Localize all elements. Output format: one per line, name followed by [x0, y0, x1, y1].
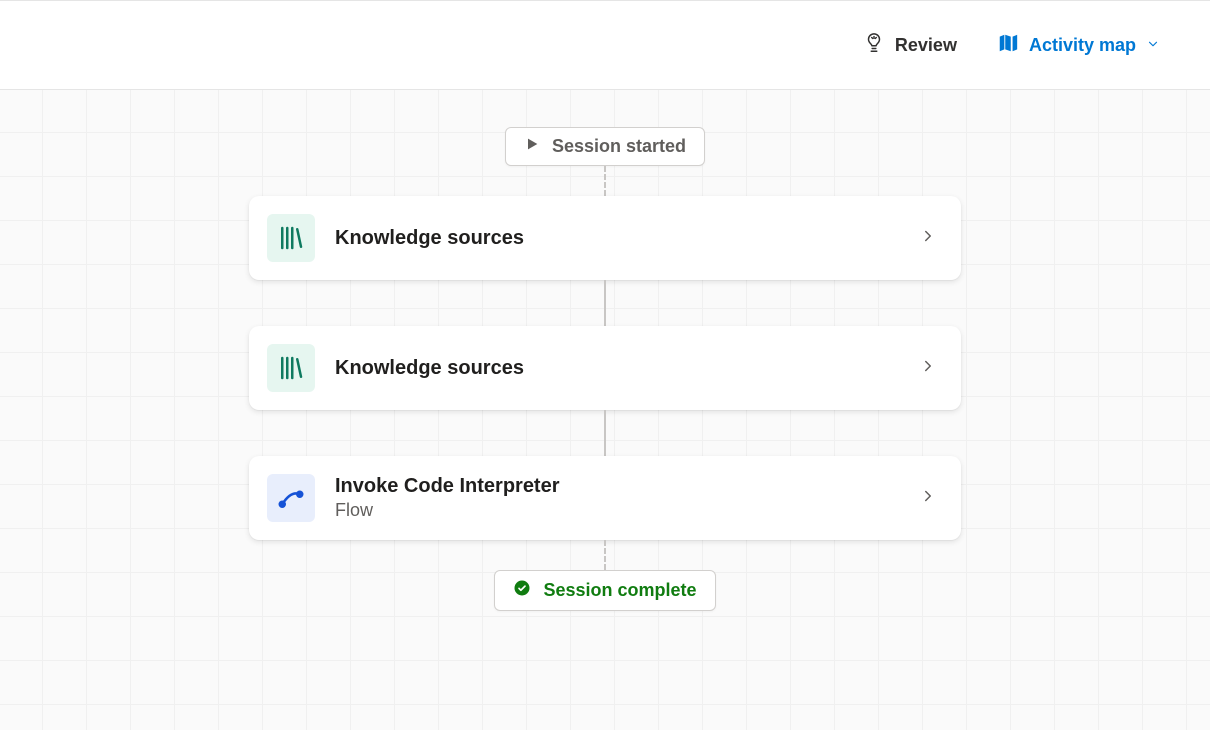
connector [604, 410, 606, 456]
activity-map-canvas[interactable]: Session started Knowledge sources [0, 90, 1210, 730]
check-circle-icon [513, 579, 531, 602]
card-title: Knowledge sources [335, 227, 899, 250]
flow-column: Session started Knowledge sources [249, 127, 961, 611]
card-text: Knowledge sources [335, 227, 899, 250]
books-icon [267, 344, 315, 392]
session-started-pill: Session started [505, 127, 705, 166]
connector [604, 166, 606, 196]
review-button[interactable]: Review [863, 32, 957, 59]
connector [604, 280, 606, 326]
chevron-down-icon [1146, 35, 1160, 56]
session-started-label: Session started [552, 136, 686, 157]
card-title: Invoke Code Interpreter [335, 475, 899, 498]
connector [604, 540, 606, 570]
step-card[interactable]: Invoke Code Interpreter Flow [249, 456, 961, 540]
books-icon [267, 214, 315, 262]
activity-map-button[interactable]: Activity map [997, 32, 1160, 59]
card-text: Knowledge sources [335, 357, 899, 380]
lightbulb-icon [863, 32, 885, 59]
chevron-right-icon [919, 357, 937, 380]
step-card[interactable]: Knowledge sources [249, 196, 961, 280]
map-icon [997, 32, 1019, 59]
play-icon [524, 136, 540, 157]
header: Review Activity map [0, 0, 1210, 90]
step-card[interactable]: Knowledge sources [249, 326, 961, 410]
flow-icon [267, 474, 315, 522]
activity-map-label: Activity map [1029, 35, 1136, 56]
session-complete-pill: Session complete [494, 570, 715, 611]
card-text: Invoke Code Interpreter Flow [335, 475, 899, 521]
card-subtitle: Flow [335, 500, 899, 521]
session-complete-label: Session complete [543, 580, 696, 601]
review-label: Review [895, 35, 957, 56]
chevron-right-icon [919, 487, 937, 510]
card-title: Knowledge sources [335, 357, 899, 380]
chevron-right-icon [919, 227, 937, 250]
